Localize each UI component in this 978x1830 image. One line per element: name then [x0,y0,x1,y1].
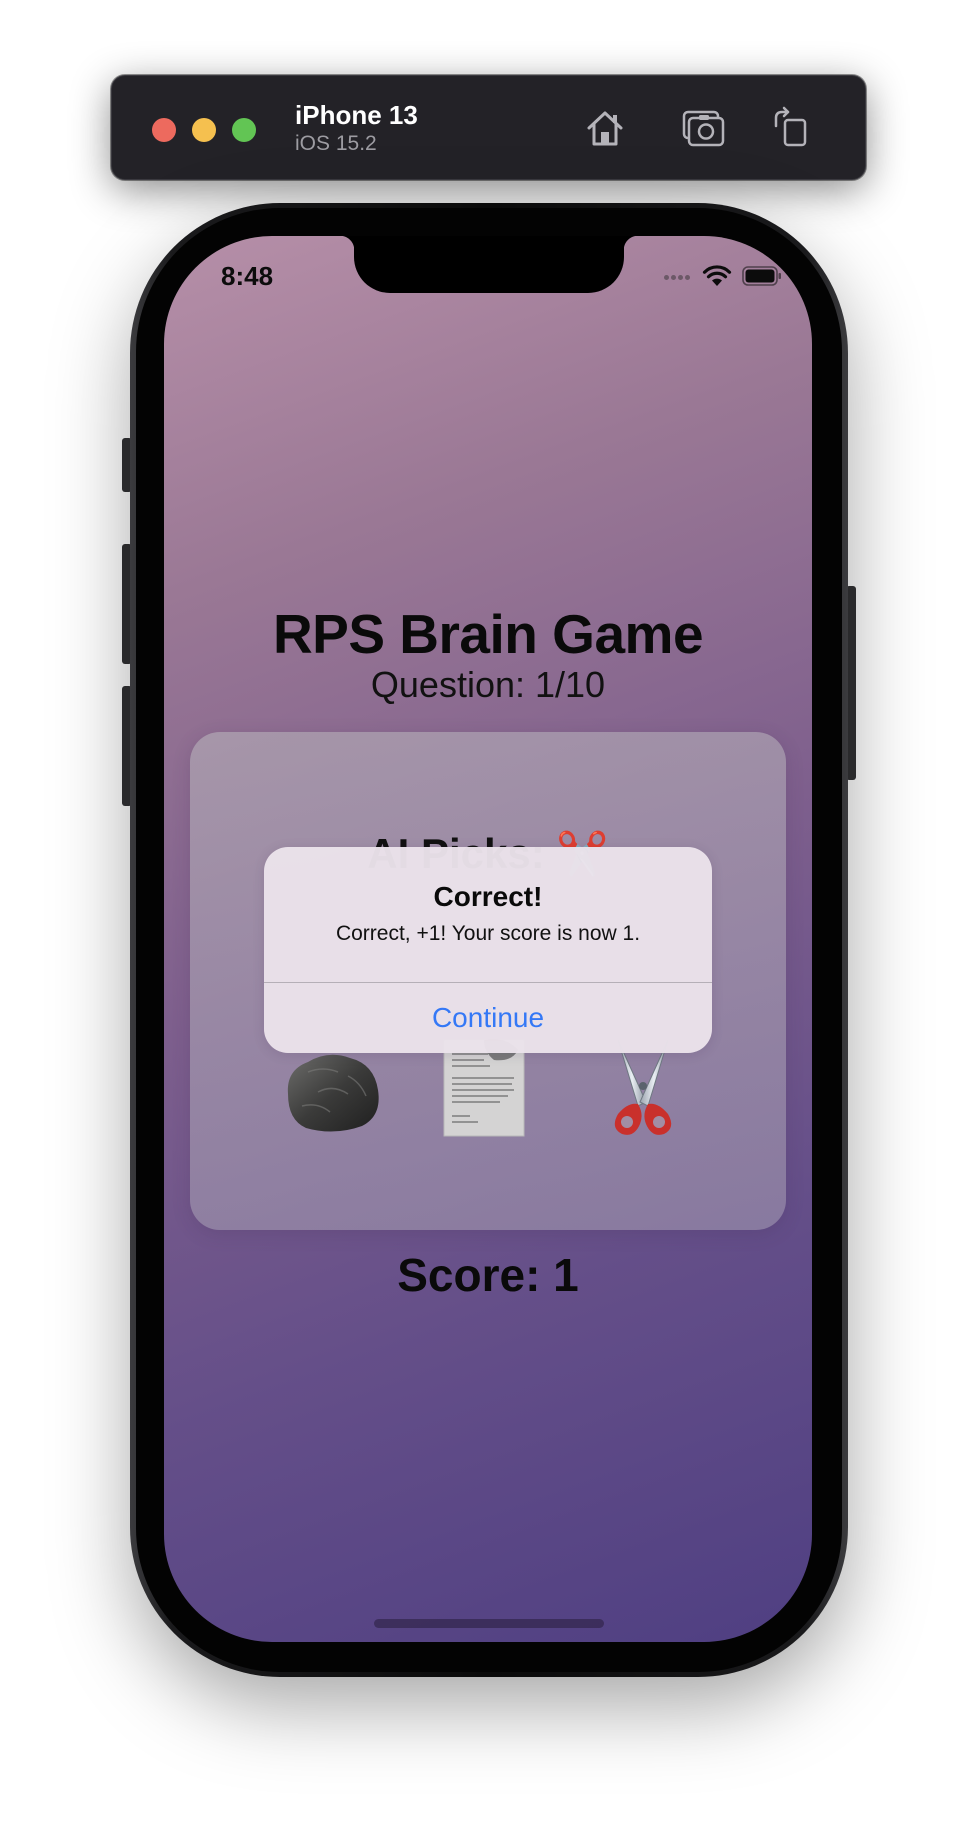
status-time: 8:48 [221,261,274,291]
notch [340,236,638,293]
home-icon [587,111,623,146]
home-indicator[interactable] [374,1619,604,1628]
cellular-signal-icon [664,275,692,281]
alert-message: Correct, +1! Your score is now 1. [335,922,641,945]
app-title: RPS Brain Game [272,603,704,665]
score-label: Score: 1 [397,1249,579,1301]
rotate-icon [774,106,807,147]
close-window-button[interactable] [152,118,176,142]
device-name: iPhone 13 [295,100,418,130]
minimize-window-button[interactable] [192,118,216,142]
continue-button[interactable]: Continue [264,983,712,1053]
zoom-window-button[interactable] [232,118,256,142]
simulator-toolbar: iPhone 13 iOS 15.2 [111,75,866,180]
battery-icon [742,266,781,286]
alert-title: Correct! [433,881,543,912]
question-counter: Question: 1/10 [370,664,606,705]
rotate-button[interactable] [768,104,816,152]
home-button[interactable] [581,104,629,152]
phone-screen: 8:48 RPS Brain Game Question: 1/10 AI Pi… [164,236,812,1642]
device-os-version: iOS 15.2 [295,132,377,155]
wifi-icon [702,265,732,286]
screenshot-button[interactable] [680,104,728,152]
status-icons [664,264,784,288]
correct-alert-dialog: Correct! Correct, +1! Your score is now … [264,847,712,1053]
screenshot-icon [682,110,725,147]
